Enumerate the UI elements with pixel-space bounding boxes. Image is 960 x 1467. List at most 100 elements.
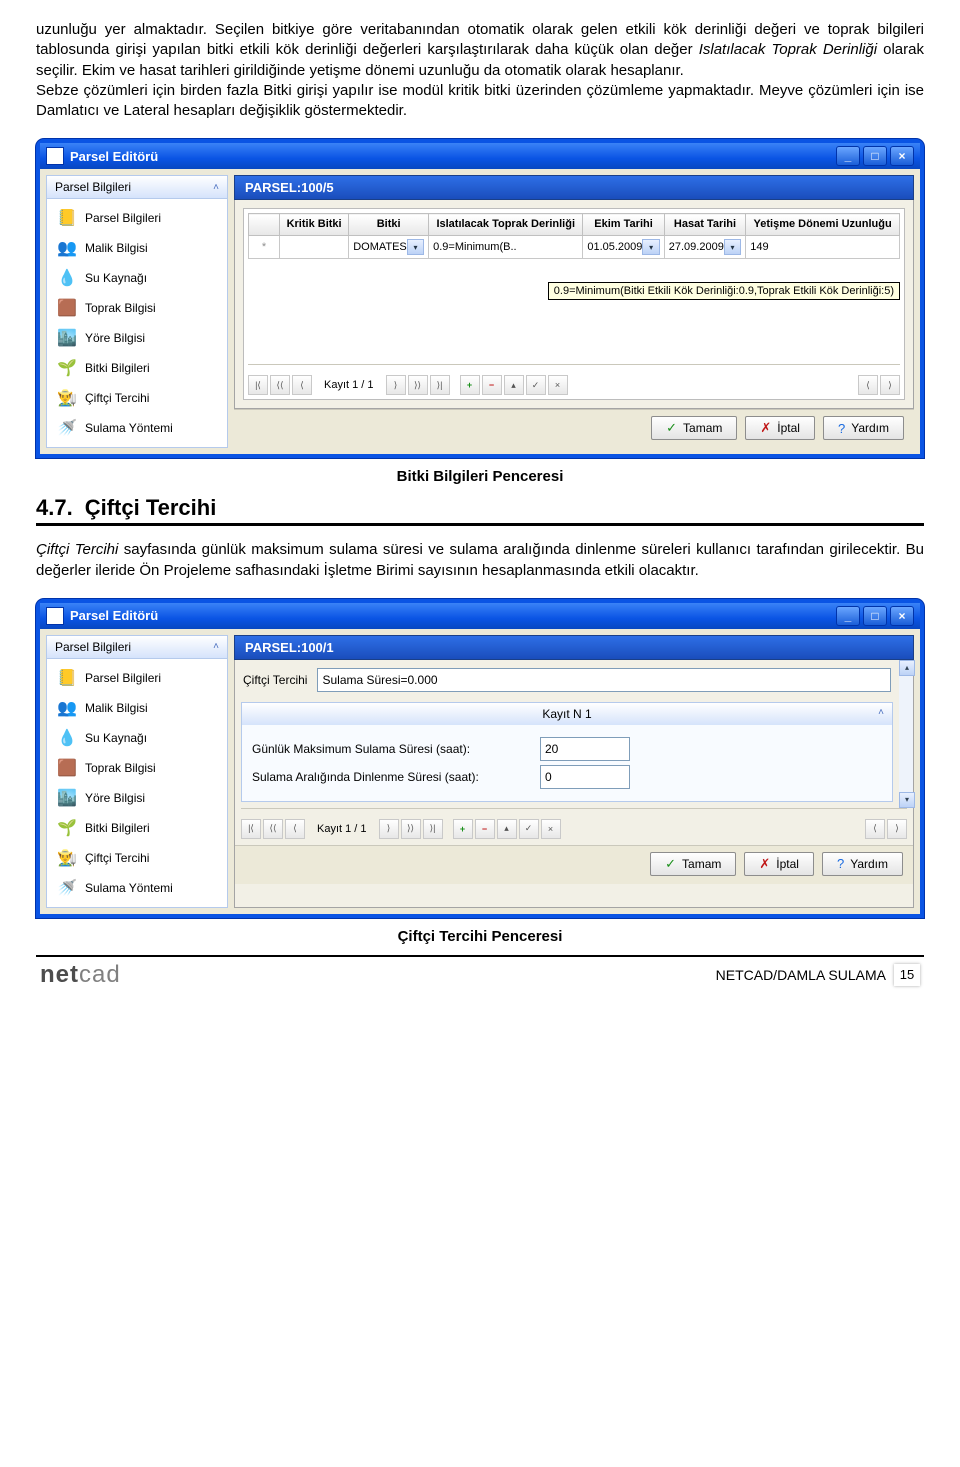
scroll-up-icon[interactable]: ▴ xyxy=(899,660,915,676)
scroll-right-button[interactable]: ⟩ xyxy=(887,819,907,839)
nav-last-button[interactable]: ⟩| xyxy=(430,375,450,395)
nav-add-button[interactable]: + xyxy=(453,819,473,839)
close-button[interactable]: × xyxy=(890,606,914,626)
help-icon: ? xyxy=(837,856,844,871)
nav-nextpage-button[interactable]: ⟩⟩ xyxy=(401,819,421,839)
help-button[interactable]: ?Yardım xyxy=(823,416,904,440)
netcad-logo: netcad xyxy=(40,961,121,989)
help-button[interactable]: ?Yardım xyxy=(822,852,903,876)
maximize-button[interactable]: □ xyxy=(863,606,887,626)
sidebar-item-malik-bilgisi[interactable]: 👥Malik Bilgisi xyxy=(47,693,227,723)
cell-hasat[interactable]: 27.09.2009▾ xyxy=(664,236,745,259)
parsel-editoru-window-2: Parsel Editörü _ □ × Parsel Bilgileri ˄ … xyxy=(36,599,924,918)
farmer-icon: 👨‍🌾 xyxy=(57,388,77,408)
titlebar[interactable]: Parsel Editörü _ □ × xyxy=(40,603,920,629)
sprinkler-icon: 🚿 xyxy=(57,418,77,438)
nav-last-button[interactable]: ⟩| xyxy=(423,819,443,839)
vertical-scrollbar[interactable]: ▴ ▾ xyxy=(899,660,913,808)
ok-button[interactable]: ✓Tamam xyxy=(651,416,737,440)
nav-delete-button[interactable]: − xyxy=(475,819,495,839)
record-navigator[interactable]: |⟨ ⟨⟨ ⟨ Kayıt 1 / 1 ⟩ ⟩⟩ ⟩| + − ▴ ✓ × xyxy=(241,808,907,839)
dropdown-arrow-icon[interactable]: ▾ xyxy=(407,239,424,255)
sidebar-item-ciftci-tercihi[interactable]: 👨‍🌾Çiftçi Tercihi xyxy=(47,383,227,413)
scroll-down-icon[interactable]: ▾ xyxy=(899,792,915,808)
sidebar-item-bitki-bilgileri[interactable]: 🌱Bitki Bilgileri xyxy=(47,353,227,383)
nav-nextpage-button[interactable]: ⟩⟩ xyxy=(408,375,428,395)
app-icon xyxy=(46,607,64,625)
sidebar-header[interactable]: Parsel Bilgileri ˄ xyxy=(47,636,227,659)
sidebar-item-toprak-bilgisi[interactable]: 🟫Toprak Bilgisi xyxy=(47,753,227,783)
dropdown-arrow-icon[interactable]: ▾ xyxy=(642,239,659,255)
soil-icon: 🟫 xyxy=(57,298,77,318)
cell-ekim[interactable]: 01.05.2009▾ xyxy=(583,236,664,259)
nav-next-button[interactable]: ⟩ xyxy=(379,819,399,839)
sprinkler-icon: 🚿 xyxy=(57,878,77,898)
nav-first-button[interactable]: |⟨ xyxy=(248,375,268,395)
sidebar: Parsel Bilgileri ˄ 📒Parsel Bilgileri 👥Ma… xyxy=(46,635,228,908)
nav-cancel-button[interactable]: × xyxy=(541,819,561,839)
titlebar[interactable]: Parsel Editörü _ □ × xyxy=(40,143,920,169)
person-icon: 👥 xyxy=(57,238,77,258)
nav-cancel-button[interactable]: × xyxy=(548,375,568,395)
sidebar-header[interactable]: Parsel Bilgileri ˄ xyxy=(47,176,227,199)
kayit-group-header[interactable]: Kayıt N 1 ˄ xyxy=(242,703,892,725)
nav-confirm-button[interactable]: ✓ xyxy=(519,819,539,839)
sidebar-item-yore-bilgisi[interactable]: 🏙️Yöre Bilgisi xyxy=(47,783,227,813)
section-heading: 4.7. Çiftçi Tercihi xyxy=(36,495,924,521)
minimize-button[interactable]: _ xyxy=(836,146,860,166)
nav-add-button[interactable]: + xyxy=(460,375,480,395)
sidebar-item-su-kaynagi[interactable]: 💧Su Kaynağı xyxy=(47,723,227,753)
sidebar-item-ciftci-tercihi[interactable]: 👨‍🌾Çiftçi Tercihi xyxy=(47,843,227,873)
sidebar-item-su-kaynagi[interactable]: 💧Su Kaynağı xyxy=(47,263,227,293)
bitki-grid[interactable]: Kritik Bitki Bitki Islatılacak Toprak De… xyxy=(248,213,900,259)
nav-prevpage-button[interactable]: ⟨⟨ xyxy=(263,819,283,839)
nav-delete-button[interactable]: − xyxy=(482,375,502,395)
sidebar-item-parsel-bilgileri[interactable]: 📒Parsel Bilgileri xyxy=(47,203,227,233)
close-button[interactable]: × xyxy=(890,146,914,166)
intro-paragraph: uzunluğu yer almaktadır. Seçilen bitkiye… xyxy=(36,20,924,121)
gunluk-max-sulama-input[interactable] xyxy=(540,737,630,761)
nav-prev-button[interactable]: ⟨ xyxy=(292,375,312,395)
minimize-button[interactable]: _ xyxy=(836,606,860,626)
ciftci-tercihi-label: Çiftçi Tercihi xyxy=(243,673,307,687)
chevron-up-icon: ˄ xyxy=(213,182,219,193)
nav-edit-button[interactable]: ▴ xyxy=(504,375,524,395)
app-icon xyxy=(46,147,64,165)
nav-prevpage-button[interactable]: ⟨⟨ xyxy=(270,375,290,395)
scroll-right-button[interactable]: ⟩ xyxy=(880,375,900,395)
ciftci-tercihi-input[interactable] xyxy=(317,668,891,692)
cancel-button[interactable]: ✗İptal xyxy=(745,416,815,440)
dropdown-arrow-icon[interactable]: ▾ xyxy=(724,239,741,255)
dinlenme-suresi-input[interactable] xyxy=(540,765,630,789)
plant-icon: 🌱 xyxy=(57,358,77,378)
cancel-button[interactable]: ✗İptal xyxy=(744,852,814,876)
page-number: 15 xyxy=(894,964,920,986)
sidebar-item-parsel-bilgileri[interactable]: 📒Parsel Bilgileri xyxy=(47,663,227,693)
section-rule xyxy=(36,523,924,526)
cell-bitki[interactable]: DOMATES▾ xyxy=(349,236,429,259)
record-navigator[interactable]: |⟨ ⟨⟨ ⟨ Kayıt 1 / 1 ⟩ ⟩⟩ ⟩| + − ▴ ✓ xyxy=(248,364,900,395)
check-icon: ✓ xyxy=(666,420,677,436)
table-row[interactable]: * DOMATES▾ 0.9=Minimum(B.. 01.05.2009▾ 2… xyxy=(249,236,900,259)
sidebar-item-malik-bilgisi[interactable]: 👥Malik Bilgisi xyxy=(47,233,227,263)
cell-derinlik[interactable]: 0.9=Minimum(B.. xyxy=(429,236,583,259)
cell-uzunluk[interactable]: 149 xyxy=(746,236,900,259)
maximize-button[interactable]: □ xyxy=(863,146,887,166)
gunluk-max-sulama-label: Günlük Maksimum Sulama Süresi (saat): xyxy=(252,742,532,756)
nav-next-button[interactable]: ⟩ xyxy=(386,375,406,395)
chevron-up-icon: ˄ xyxy=(213,641,219,652)
sidebar-item-sulama-yontemi[interactable]: 🚿Sulama Yöntemi xyxy=(47,413,227,443)
scroll-left-button[interactable]: ⟨ xyxy=(865,819,885,839)
nav-prev-button[interactable]: ⟨ xyxy=(285,819,305,839)
sidebar-item-bitki-bilgileri[interactable]: 🌱Bitki Bilgileri xyxy=(47,813,227,843)
help-icon: ? xyxy=(838,421,845,436)
sidebar-item-sulama-yontemi[interactable]: 🚿Sulama Yöntemi xyxy=(47,873,227,903)
sidebar-item-toprak-bilgisi[interactable]: 🟫Toprak Bilgisi xyxy=(47,293,227,323)
nav-edit-button[interactable]: ▴ xyxy=(497,819,517,839)
nav-confirm-button[interactable]: ✓ xyxy=(526,375,546,395)
scroll-left-button[interactable]: ⟨ xyxy=(858,375,878,395)
ok-button[interactable]: ✓Tamam xyxy=(650,852,736,876)
sidebar-item-yore-bilgisi[interactable]: 🏙️Yöre Bilgisi xyxy=(47,323,227,353)
cell-kritik[interactable] xyxy=(280,236,349,259)
nav-first-button[interactable]: |⟨ xyxy=(241,819,261,839)
